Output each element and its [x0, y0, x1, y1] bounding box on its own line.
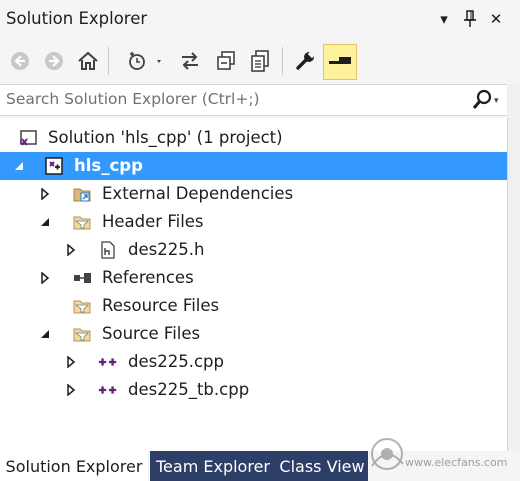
- search-options-dropdown-icon[interactable]: ▾: [494, 96, 499, 106]
- properties-button[interactable]: [291, 46, 319, 76]
- references-icon: [72, 268, 92, 288]
- search-input[interactable]: [6, 88, 446, 110]
- preview-icon: [329, 57, 351, 64]
- forward-button[interactable]: [40, 46, 68, 76]
- watermark: www.elecfans.com: [365, 430, 515, 476]
- pending-changes-filter-button[interactable]: [124, 46, 168, 76]
- clock-filter-icon: [129, 52, 161, 70]
- solution-tree: Solution 'hls_cpp' (1 project) hls_cpp E…: [0, 118, 508, 451]
- project-icon: [44, 156, 64, 176]
- forward-arrow-icon: [45, 52, 63, 70]
- collapsed-arrow-icon[interactable]: [64, 243, 78, 257]
- collapse-all-button[interactable]: [212, 46, 240, 76]
- pin-icon[interactable]: [460, 8, 480, 30]
- toolbar-separator: [108, 47, 109, 75]
- cpp-file-icon: [98, 380, 118, 400]
- tree-item-references[interactable]: References: [0, 264, 507, 292]
- tree-item-label: References: [102, 268, 194, 287]
- tree-item-label: Header Files: [102, 212, 204, 231]
- tab-team-explorer[interactable]: Team Explorer: [150, 451, 276, 481]
- external-dependencies-folder-icon: [72, 184, 92, 204]
- window-menu-dropdown-icon[interactable]: ▾: [434, 8, 454, 30]
- tree-item-project[interactable]: hls_cpp: [0, 152, 507, 180]
- home-icon: [78, 51, 98, 70]
- tree-item-label: Resource Files: [102, 296, 220, 315]
- tree-item-source-files[interactable]: Source Files: [0, 320, 507, 348]
- show-all-files-icon: [251, 50, 269, 72]
- tree-item-label: des225.h: [128, 240, 205, 259]
- tree-item-label: des225.cpp: [128, 352, 224, 371]
- title-bar: Solution Explorer ▾ ✕: [0, 0, 520, 40]
- toolbar: [0, 40, 520, 84]
- cpp-file-icon: [98, 352, 118, 372]
- tree-item-resource-files[interactable]: Resource Files: [0, 292, 507, 320]
- collapsed-arrow-icon[interactable]: [38, 187, 52, 201]
- close-icon[interactable]: ✕: [486, 8, 506, 30]
- tree-item-des225-h[interactable]: des225.h: [0, 236, 507, 264]
- tree-item-label: Source Files: [102, 324, 201, 343]
- tree-item-header-files[interactable]: Header Files: [0, 208, 507, 236]
- home-button[interactable]: [74, 46, 102, 76]
- sync-arrows-icon: [182, 52, 198, 70]
- wrench-icon: [296, 49, 317, 70]
- vertical-scrollbar[interactable]: [507, 84, 520, 451]
- search-box: ▾: [0, 84, 507, 116]
- expanded-arrow-icon[interactable]: [12, 159, 26, 173]
- sync-with-active-document-button[interactable]: [176, 46, 204, 76]
- tree-item-external-dependencies[interactable]: External Dependencies: [0, 180, 507, 208]
- tree-item-des225-cpp[interactable]: des225.cpp: [0, 348, 507, 376]
- preview-selected-items-button[interactable]: [323, 44, 357, 80]
- back-button[interactable]: [6, 46, 34, 76]
- expanded-arrow-icon[interactable]: [38, 215, 52, 229]
- tree-item-label: External Dependencies: [102, 184, 294, 203]
- window-title: Solution Explorer: [6, 9, 148, 28]
- watermark-logo-icon: [371, 438, 404, 470]
- filter-folder-icon: [72, 324, 92, 344]
- toolbar-separator: [282, 47, 283, 75]
- collapse-all-icon: [217, 51, 235, 70]
- tree-item-label: Solution 'hls_cpp' (1 project): [48, 128, 283, 147]
- tree-item-des225-tb-cpp[interactable]: des225_tb.cpp: [0, 376, 507, 404]
- header-file-icon: [98, 240, 118, 260]
- collapsed-arrow-icon[interactable]: [64, 355, 78, 369]
- tree-item-solution[interactable]: Solution 'hls_cpp' (1 project): [0, 124, 507, 152]
- tree-item-label: hls_cpp: [74, 156, 143, 175]
- filter-folder-icon: [72, 212, 92, 232]
- search-icon[interactable]: [470, 88, 494, 112]
- show-all-files-button[interactable]: [246, 46, 274, 76]
- solution-icon: [18, 128, 38, 148]
- back-arrow-icon: [11, 52, 29, 70]
- watermark-text: www.elecfans.com: [405, 456, 508, 469]
- expanded-arrow-icon[interactable]: [38, 327, 52, 341]
- tab-solution-explorer[interactable]: Solution Explorer: [0, 451, 148, 481]
- filter-folder-icon: [72, 296, 92, 316]
- tree-item-label: des225_tb.cpp: [128, 380, 250, 399]
- tab-class-view[interactable]: Class View: [276, 451, 368, 481]
- collapsed-arrow-icon[interactable]: [64, 383, 78, 397]
- collapsed-arrow-icon[interactable]: [38, 271, 52, 285]
